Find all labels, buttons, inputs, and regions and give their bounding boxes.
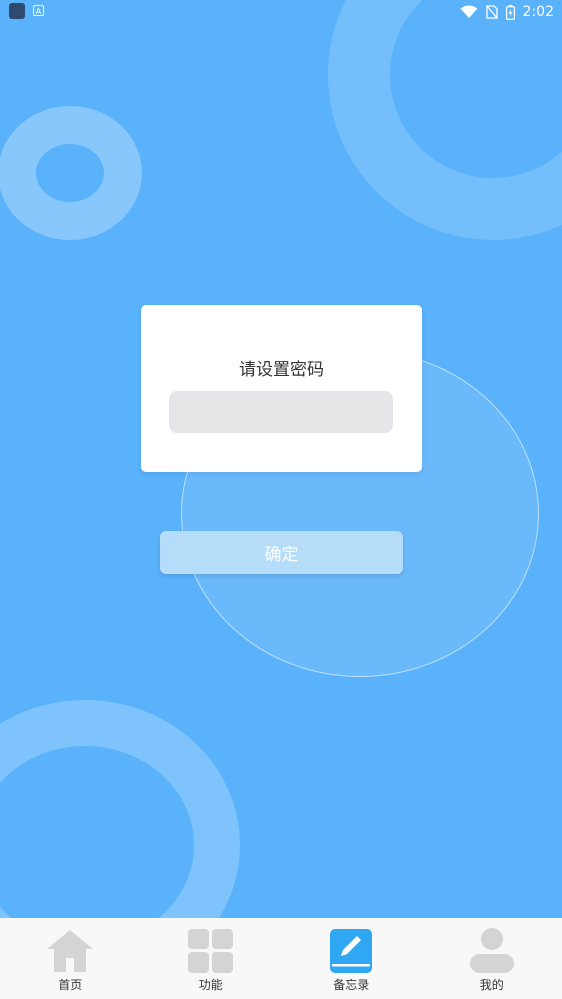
home-icon bbox=[47, 930, 94, 972]
status-icons: 2:02 bbox=[460, 3, 554, 21]
nav-label-mine: 我的 bbox=[479, 978, 504, 992]
status-bar: A 2:02 bbox=[0, 0, 562, 24]
clock-time: 2:02 bbox=[522, 4, 554, 20]
password-input[interactable] bbox=[169, 391, 393, 433]
confirm-button[interactable]: 确定 bbox=[160, 531, 403, 574]
bottom-nav: 首页 功能 备忘录 我的 bbox=[0, 918, 562, 999]
nav-item-features[interactable]: 功能 bbox=[141, 918, 282, 999]
nav-item-memo[interactable]: 备忘录 bbox=[281, 918, 422, 999]
a-icon: A bbox=[33, 5, 44, 16]
app-icon bbox=[9, 3, 25, 19]
decorative-ring bbox=[328, 0, 562, 240]
memo-pencil-icon bbox=[330, 929, 373, 973]
screen: A 2:02 请设置密码 确定 首页 功能 备忘录 我的 bbox=[0, 0, 562, 999]
nav-label-home: 首页 bbox=[58, 978, 83, 992]
nav-label-features: 功能 bbox=[198, 978, 223, 992]
dialog-title: 请设置密码 bbox=[239, 360, 324, 380]
decorative-ring bbox=[0, 106, 142, 240]
person-icon bbox=[469, 928, 514, 973]
nav-item-mine[interactable]: 我的 bbox=[422, 918, 562, 999]
nav-item-home[interactable]: 首页 bbox=[0, 918, 141, 999]
nav-label-memo: 备忘录 bbox=[333, 978, 370, 992]
grid-icon bbox=[187, 929, 233, 973]
wifi-icon bbox=[460, 5, 478, 18]
no-sim-icon bbox=[485, 5, 498, 19]
battery-icon bbox=[505, 4, 515, 20]
set-password-card: 请设置密码 bbox=[141, 305, 422, 472]
